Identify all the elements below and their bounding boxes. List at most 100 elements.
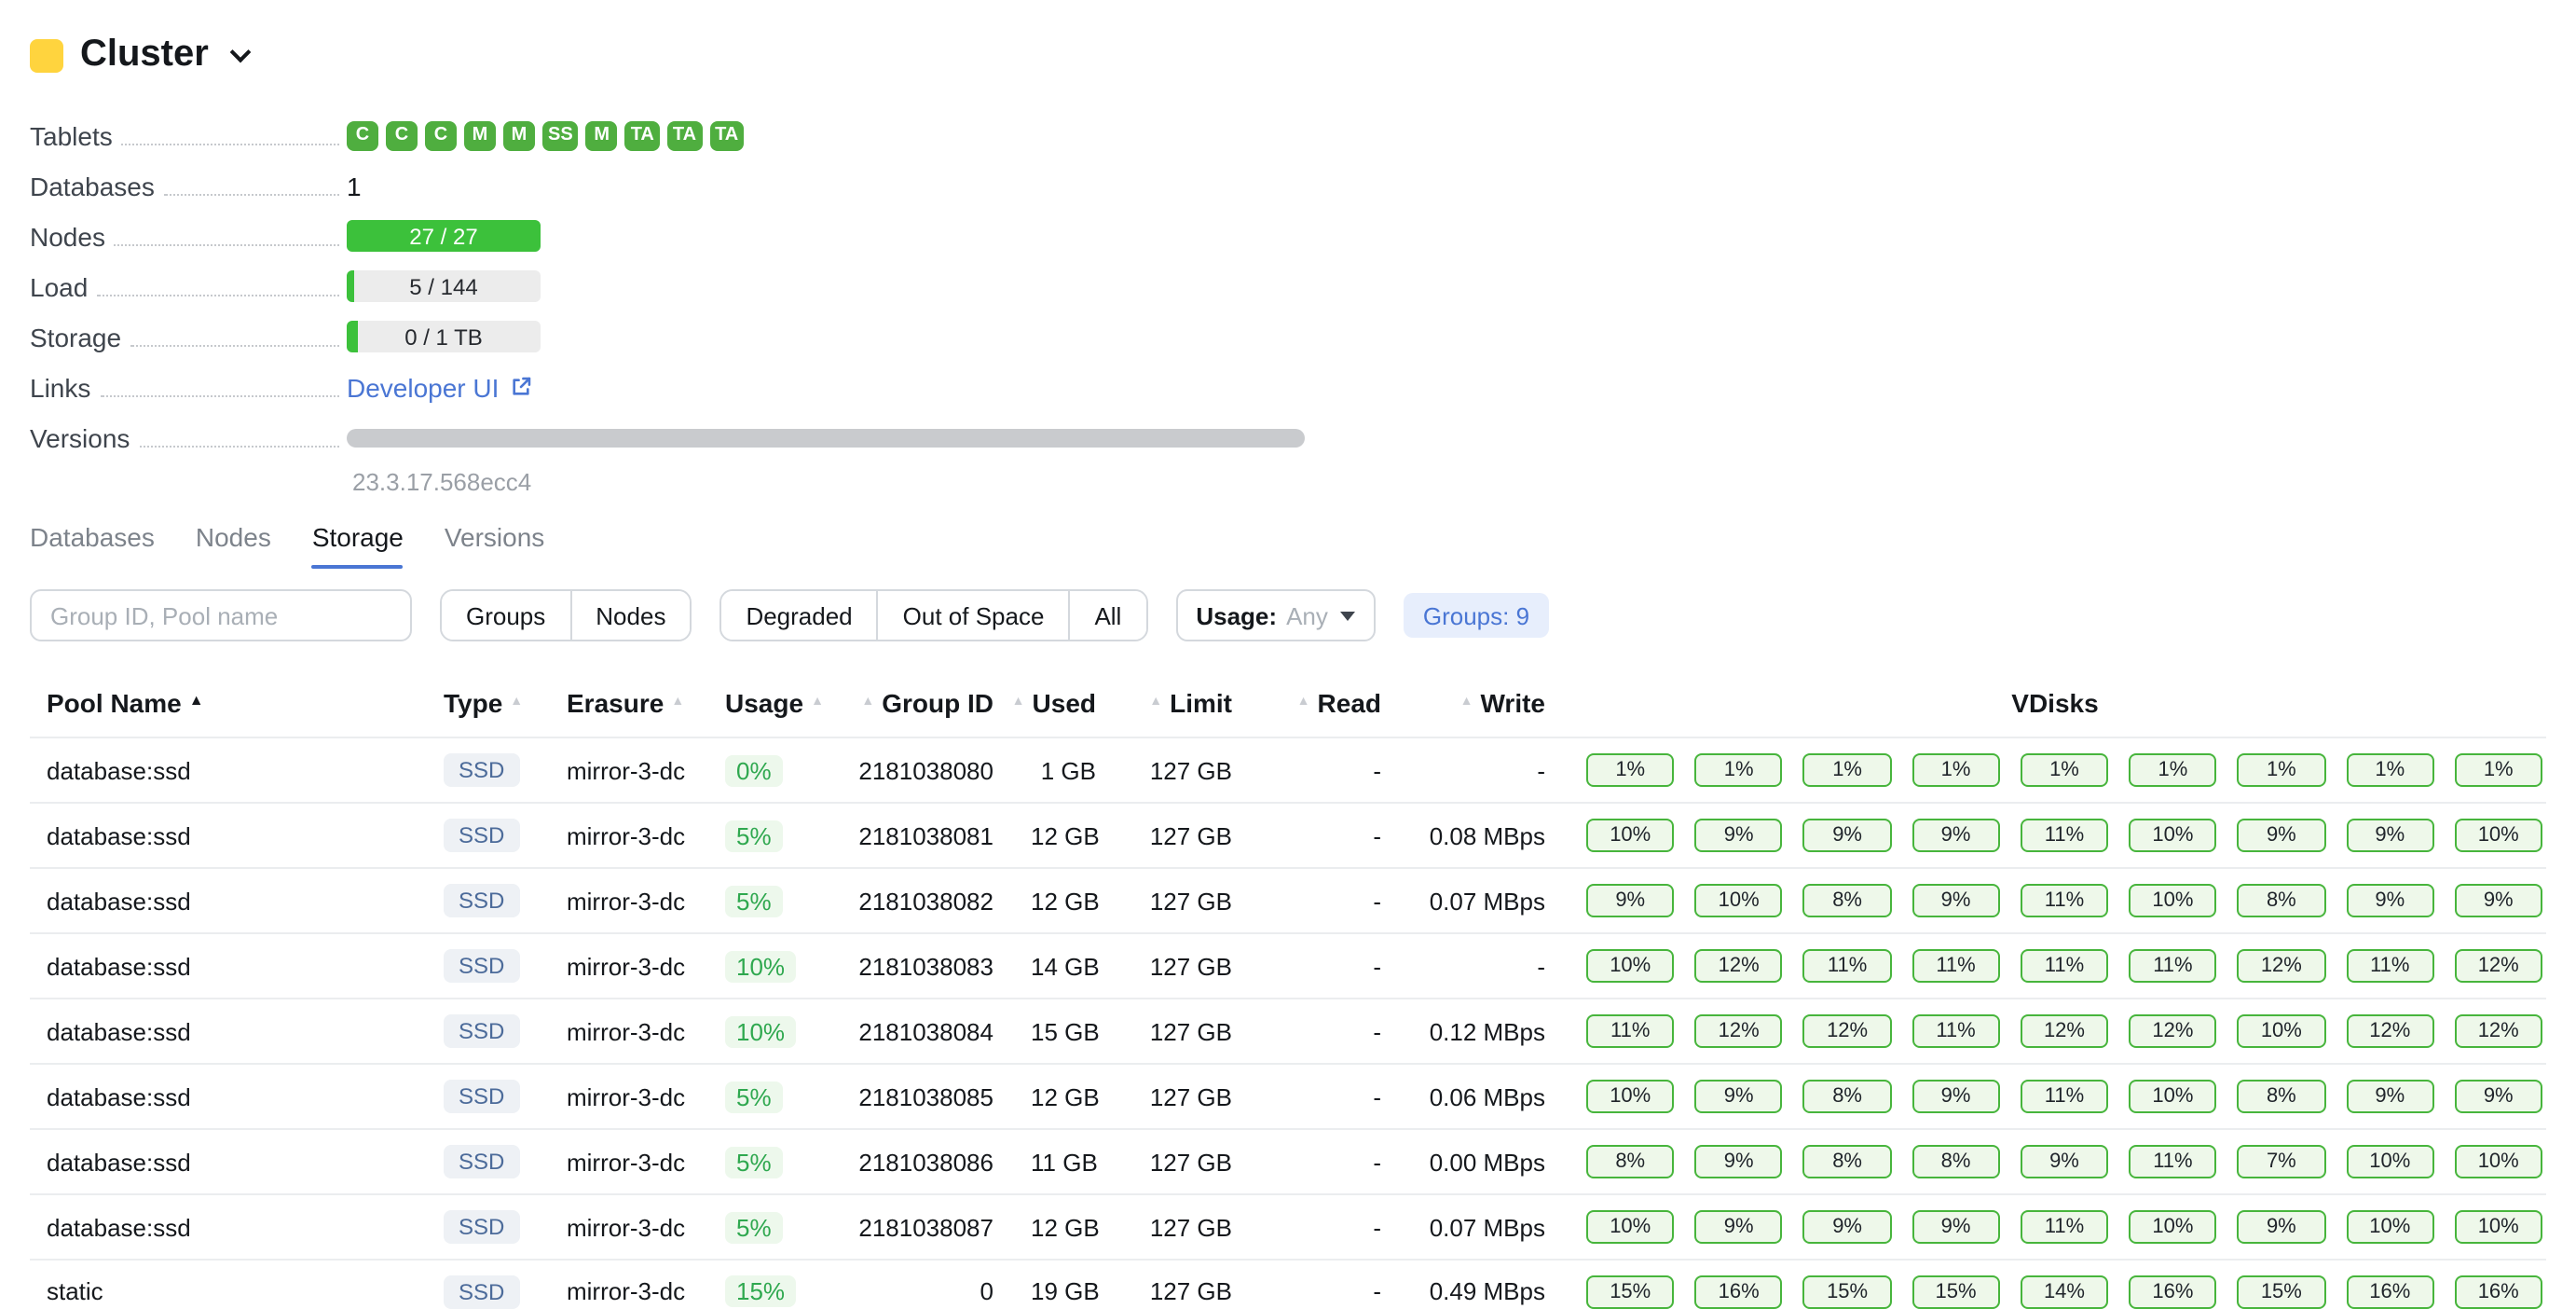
vdisk-badge[interactable]: 10%	[2346, 1210, 2433, 1244]
filter-out-of-space[interactable]: Out of Space	[877, 591, 1069, 640]
vdisk-badge[interactable]: 11%	[2346, 949, 2433, 983]
vdisk-badge[interactable]: 8%	[1803, 1145, 1891, 1178]
vdisk-badge[interactable]: 12%	[2238, 949, 2325, 983]
vdisk-badge[interactable]: 9%	[1911, 884, 1999, 917]
column-header-limit[interactable]: ▲Limit	[1115, 688, 1251, 718]
tab-databases[interactable]: Databases	[30, 522, 155, 569]
vdisk-badge[interactable]: 8%	[1586, 1145, 1674, 1178]
vdisk-badge[interactable]: 11%	[2021, 949, 2108, 983]
usage-filter-select[interactable]: Usage: Any	[1175, 589, 1377, 641]
vdisk-badge[interactable]: 10%	[2129, 1210, 2216, 1244]
vdisk-badge[interactable]: 12%	[1694, 1014, 1782, 1048]
vdisk-badge[interactable]: 8%	[1803, 1080, 1891, 1113]
filter-all[interactable]: All	[1068, 591, 1145, 640]
vdisk-badge[interactable]: 16%	[2129, 1275, 2216, 1308]
vdisk-badge[interactable]: 12%	[2346, 1014, 2433, 1048]
column-header-usage[interactable]: Usage▲	[706, 688, 837, 718]
vdisk-badge[interactable]: 12%	[2021, 1014, 2108, 1048]
tab-storage[interactable]: Storage	[312, 522, 404, 569]
vdisk-badge[interactable]: 15%	[1803, 1275, 1891, 1308]
vdisk-badge[interactable]: 9%	[2021, 1145, 2108, 1178]
tablet-badge-m[interactable]: M	[503, 120, 535, 150]
vdisk-badge[interactable]: 11%	[1803, 949, 1891, 983]
tablet-badge-m[interactable]: M	[464, 120, 496, 150]
vdisk-badge[interactable]: 10%	[1586, 819, 1674, 852]
vdisk-badge[interactable]: 9%	[2238, 819, 2325, 852]
vdisk-badge[interactable]: 1%	[2021, 753, 2108, 787]
vdisk-badge[interactable]: 16%	[2346, 1275, 2433, 1308]
vdisk-badge[interactable]: 15%	[2238, 1275, 2325, 1308]
vdisk-badge[interactable]: 11%	[1911, 949, 1999, 983]
tablet-badge-c[interactable]: C	[425, 120, 457, 150]
vdisk-badge[interactable]: 10%	[2455, 819, 2542, 852]
tab-nodes[interactable]: Nodes	[196, 522, 271, 569]
vdisk-badge[interactable]: 8%	[2238, 1080, 2325, 1113]
vdisk-badge[interactable]: 8%	[2238, 884, 2325, 917]
vdisk-badge[interactable]: 10%	[1586, 1080, 1674, 1113]
vdisk-badge[interactable]: 10%	[2346, 1145, 2433, 1178]
tablet-badge-ta[interactable]: TA	[667, 120, 702, 150]
vdisk-badge[interactable]: 11%	[2021, 819, 2108, 852]
vdisk-badge[interactable]: 1%	[1694, 753, 1782, 787]
vdisk-badge[interactable]: 11%	[2129, 1145, 2216, 1178]
vdisk-badge[interactable]: 9%	[1911, 1210, 1999, 1244]
vdisk-badge[interactable]: 10%	[2455, 1145, 2542, 1178]
vdisk-badge[interactable]: 9%	[1586, 884, 1674, 917]
tab-versions[interactable]: Versions	[445, 522, 544, 569]
column-header-group-id[interactable]: ▲Group ID	[837, 688, 1012, 718]
vdisk-badge[interactable]: 11%	[2021, 884, 2108, 917]
vdisk-badge[interactable]: 9%	[1911, 1080, 1999, 1113]
column-header-pool-name[interactable]: Pool Name▲	[30, 688, 425, 718]
vdisk-badge[interactable]: 1%	[1586, 753, 1674, 787]
vdisk-badge[interactable]: 10%	[2455, 1210, 2542, 1244]
vdisk-badge[interactable]: 14%	[2021, 1275, 2108, 1308]
toggle-nodes[interactable]: Nodes	[569, 591, 690, 640]
column-header-read[interactable]: ▲Read	[1251, 688, 1400, 718]
vdisk-badge[interactable]: 9%	[1694, 819, 1782, 852]
vdisk-badge[interactable]: 9%	[2346, 1080, 2433, 1113]
vdisk-badge[interactable]: 9%	[1803, 1210, 1891, 1244]
vdisk-badge[interactable]: 9%	[2238, 1210, 2325, 1244]
tablet-badge-c[interactable]: C	[347, 120, 378, 150]
tablet-badge-ta[interactable]: TA	[625, 120, 660, 150]
vdisk-badge[interactable]: 9%	[1803, 819, 1891, 852]
vdisk-badge[interactable]: 1%	[2346, 753, 2433, 787]
column-header-write[interactable]: ▲Write	[1400, 688, 1564, 718]
vdisk-badge[interactable]: 12%	[2129, 1014, 2216, 1048]
vdisk-badge[interactable]: 15%	[1586, 1275, 1674, 1308]
column-header-type[interactable]: Type▲	[425, 688, 548, 718]
vdisk-badge[interactable]: 1%	[2238, 753, 2325, 787]
vdisk-badge[interactable]: 9%	[2455, 1080, 2542, 1113]
vdisk-badge[interactable]: 11%	[2021, 1210, 2108, 1244]
column-header-erasure[interactable]: Erasure▲	[548, 688, 706, 718]
vdisk-badge[interactable]: 1%	[2129, 753, 2216, 787]
vdisk-badge[interactable]: 9%	[1694, 1080, 1782, 1113]
vdisk-badge[interactable]: 10%	[2129, 884, 2216, 917]
vdisk-badge[interactable]: 10%	[2129, 819, 2216, 852]
vdisk-badge[interactable]: 11%	[2129, 949, 2216, 983]
vdisk-badge[interactable]: 12%	[1694, 949, 1782, 983]
groups-count-badge[interactable]: Groups: 9	[1404, 593, 1548, 638]
vdisk-badge[interactable]: 11%	[1586, 1014, 1674, 1048]
toggle-groups[interactable]: Groups	[442, 591, 569, 640]
vdisk-badge[interactable]: 12%	[2455, 949, 2542, 983]
vdisk-badge[interactable]: 12%	[2455, 1014, 2542, 1048]
vdisk-badge[interactable]: 9%	[1911, 819, 1999, 852]
vdisk-badge[interactable]: 12%	[1803, 1014, 1891, 1048]
vdisk-badge[interactable]: 1%	[2455, 753, 2542, 787]
filter-degraded[interactable]: Degraded	[721, 591, 876, 640]
vdisk-badge[interactable]: 8%	[1911, 1145, 1999, 1178]
vdisk-badge[interactable]: 10%	[1694, 884, 1782, 917]
vdisk-badge[interactable]: 1%	[1911, 753, 1999, 787]
vdisk-badge[interactable]: 7%	[2238, 1145, 2325, 1178]
vdisk-badge[interactable]: 16%	[2455, 1275, 2542, 1308]
vdisk-badge[interactable]: 10%	[2238, 1014, 2325, 1048]
tablet-badge-m[interactable]: M	[586, 120, 618, 150]
vdisk-badge[interactable]: 9%	[2346, 884, 2433, 917]
tablet-badge-ta[interactable]: TA	[709, 120, 744, 150]
vdisk-badge[interactable]: 11%	[1911, 1014, 1999, 1048]
vdisk-badge[interactable]: 10%	[2129, 1080, 2216, 1113]
vdisk-badge[interactable]: 8%	[1803, 884, 1891, 917]
search-input[interactable]	[30, 589, 412, 641]
vdisk-badge[interactable]: 9%	[1694, 1210, 1782, 1244]
